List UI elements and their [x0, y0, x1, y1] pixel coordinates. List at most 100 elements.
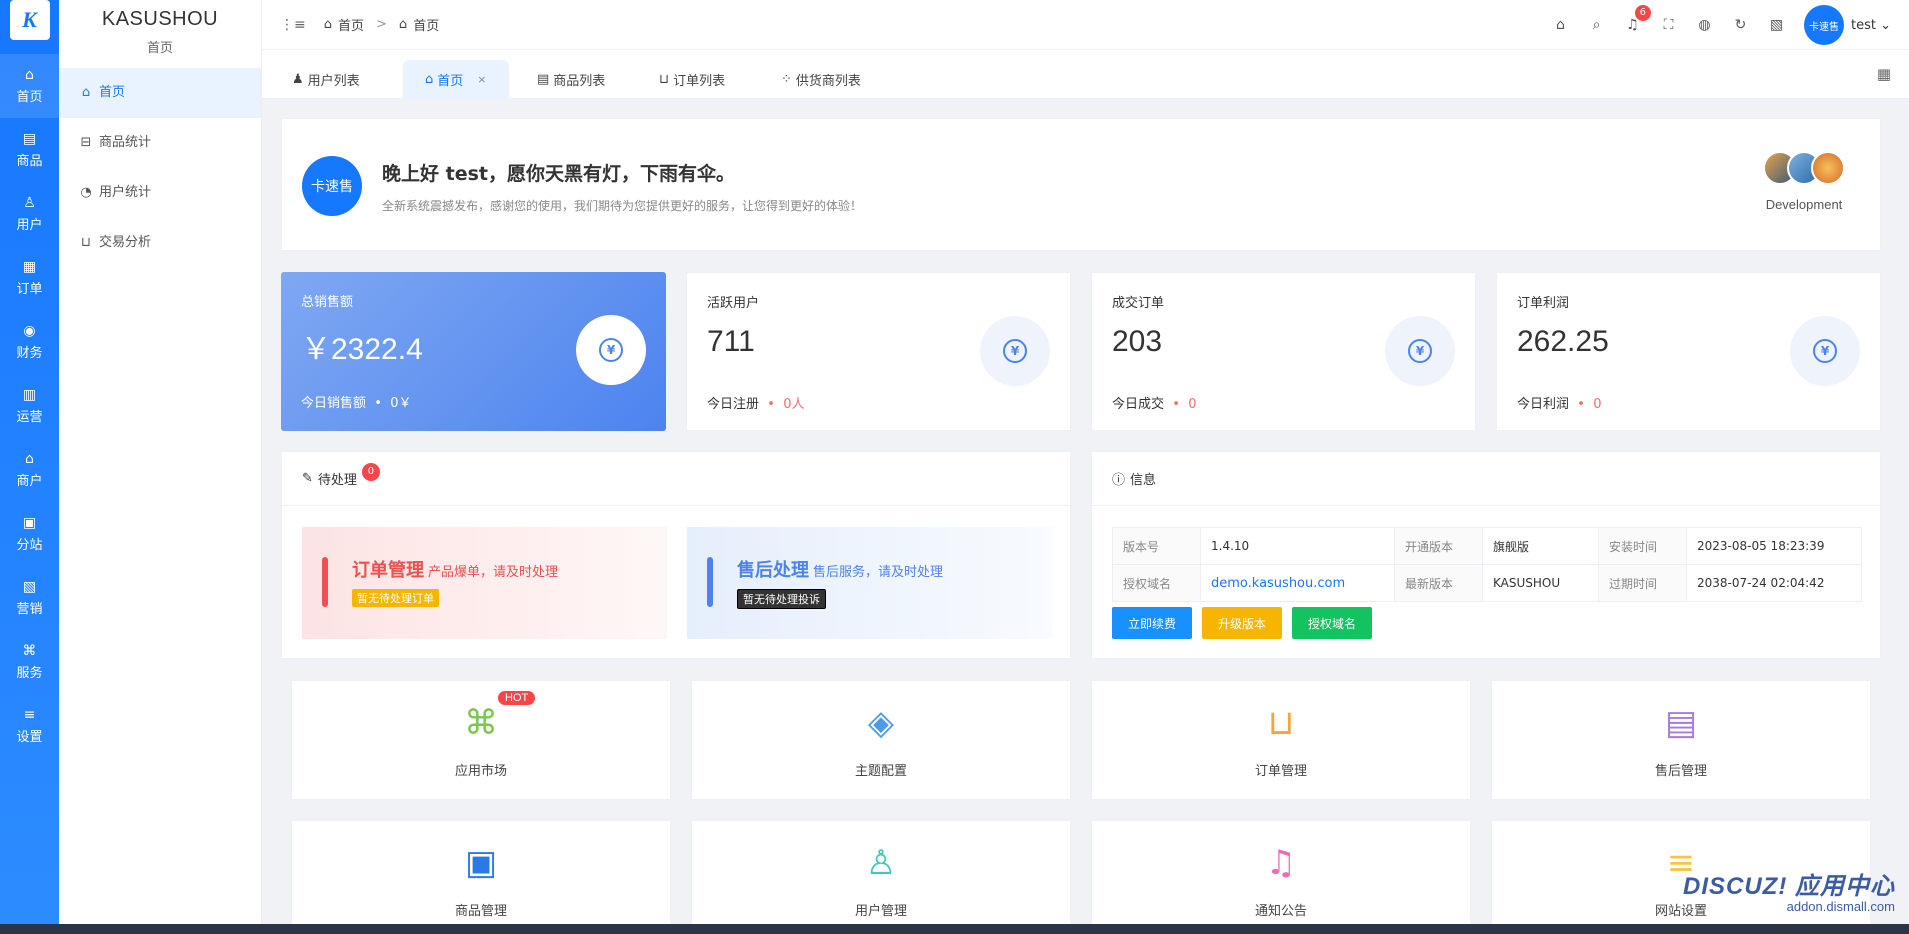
- station-icon: ▣: [22, 515, 37, 531]
- authorize-domain-button[interactable]: 授权域名: [1292, 607, 1373, 639]
- search-icon[interactable]: ⌕: [1588, 17, 1605, 33]
- yen-icon: ¥: [1813, 339, 1837, 363]
- user-menu[interactable]: test ⌄: [1851, 18, 1891, 33]
- refresh-icon[interactable]: ↻: [1732, 17, 1749, 33]
- close-icon[interactable]: ×: [477, 73, 486, 86]
- panel-title: 待处理: [317, 473, 357, 488]
- rail-item-finance[interactable]: ◉ 财务: [0, 310, 59, 374]
- breadcrumb-item[interactable]: 首页: [338, 15, 364, 34]
- tab-supplier-list[interactable]: ⁘ 供货商列表: [759, 60, 883, 99]
- tile-app-market[interactable]: ⌘ HOT 应用市场: [291, 680, 671, 800]
- sidebar-item-home[interactable]: ⌂ 首页: [59, 68, 261, 118]
- todo-after-sales[interactable]: 售后处理 售后服务，请及时处理 暂无待处理投诉: [687, 527, 1052, 639]
- rail-item-label: 商户: [16, 474, 43, 489]
- info-actions: 立即续费 升级版本 授权域名: [1112, 607, 1373, 639]
- tile-label: 商品管理: [454, 904, 507, 919]
- stat-value: 711: [707, 325, 755, 358]
- renew-button[interactable]: 立即续费: [1112, 607, 1193, 639]
- home-icon[interactable]: ⌂: [1552, 17, 1569, 33]
- rail-item-merchant[interactable]: ⌂ 商户: [0, 438, 59, 502]
- home-icon: ⌂: [81, 85, 91, 100]
- rail-item-marketing[interactable]: ▧ 营销: [0, 566, 59, 630]
- tile-order-management[interactable]: ⊔ 订单管理: [1091, 680, 1471, 800]
- watermark-title: DISCUZ! 应用中心: [1683, 873, 1895, 900]
- tile-announcements[interactable]: ♫ 通知公告: [1091, 820, 1471, 934]
- tab-goods-list[interactable]: ▤ 商品列表: [515, 60, 627, 99]
- rail-item-label: 用户: [16, 218, 43, 233]
- stat-value: 262.25: [1517, 325, 1609, 358]
- tile-theme-config[interactable]: ◈ 主题配置: [691, 680, 1071, 800]
- brush-icon: ◈: [867, 703, 895, 743]
- user-icon: ♟: [292, 72, 304, 87]
- stat-icon-circle: ¥: [576, 315, 646, 385]
- tab-home[interactable]: ⌂ 首页 ×: [403, 60, 509, 99]
- tile-user-management[interactable]: ♙ 用户管理: [691, 820, 1071, 934]
- bell-icon: ♫: [1265, 843, 1297, 883]
- accent-bar: [707, 557, 713, 607]
- app-logo[interactable]: K: [9, 0, 50, 40]
- fullscreen-icon[interactable]: ⛶: [1660, 17, 1677, 33]
- rail-item-orders[interactable]: ▦ 订单: [0, 246, 59, 310]
- notification-badge: 6: [1634, 5, 1651, 21]
- todo-status-tag: 暂无待处理投诉: [737, 589, 826, 609]
- home-icon: ⌂: [323, 17, 332, 32]
- hot-badge: HOT: [498, 691, 536, 705]
- rail-item-label: 商品: [16, 154, 43, 169]
- tab-user-list[interactable]: ♟ 用户列表: [270, 60, 382, 99]
- brand-logo: 卡速售: [302, 156, 362, 216]
- sidebar-item-goods-stats[interactable]: ⊟ 商品统计: [59, 118, 261, 168]
- team-label: Development: [1765, 197, 1843, 212]
- tile-goods-management[interactable]: ▣ 商品管理: [291, 820, 671, 934]
- yen-icon: ¥: [599, 338, 623, 362]
- panel-header: ⓘ 信息: [1092, 452, 1880, 506]
- stat-card-orders: 成交订单 203 今日成交 • 0 ¥: [1091, 272, 1476, 431]
- rail-item-goods[interactable]: ▤ 商品: [0, 118, 59, 182]
- sidebar-item-user-stats[interactable]: ◔ 用户统计: [59, 168, 261, 218]
- stat-icon-circle: ¥: [980, 316, 1050, 386]
- bell-icon[interactable]: ♫ 6: [1624, 5, 1651, 33]
- todo-status-tag: 暂无待处理订单: [352, 589, 439, 607]
- rail-item-operation[interactable]: ▥ 运营: [0, 374, 59, 438]
- avatar[interactable]: 卡速售: [1803, 5, 1844, 45]
- rail-item-label: 分站: [16, 538, 43, 553]
- rail-item-label: 财务: [16, 346, 43, 361]
- stat-icon-circle: ¥: [1790, 316, 1860, 386]
- todo-order-management[interactable]: 订单管理 产品爆单，请及时处理 暂无待处理订单: [302, 527, 667, 639]
- stat-card-active-users: 活跃用户 711 今日注册 • 0人 ¥: [686, 272, 1071, 431]
- tabs-menu-icon[interactable]: ▦: [1877, 65, 1891, 83]
- palette-icon[interactable]: ◍: [1696, 17, 1713, 33]
- upgrade-button[interactable]: 升级版本: [1202, 607, 1283, 639]
- table-row: 授权域名 demo.kasushou.com 最新版本 KASUSHOU 过期时…: [1112, 564, 1862, 602]
- info-icon: ⓘ: [1112, 473, 1126, 488]
- menu-fold-icon[interactable]: ⋮≡: [280, 17, 306, 33]
- rail-item-settings[interactable]: ≡ 设置: [0, 694, 59, 758]
- rail-item-substation[interactable]: ▣ 分站: [0, 502, 59, 566]
- panel-header: ✎ 待处理 0: [282, 452, 1070, 506]
- pending-badge: 0: [361, 462, 380, 481]
- tile-label: 售后管理: [1654, 764, 1707, 779]
- sliders-icon: ≡: [23, 707, 36, 723]
- rail-item-label: 设置: [16, 730, 43, 745]
- page-tabs: ♟ 用户列表 ⌂ 首页 × ▤ 商品列表 ⊔ 订单列表 ⁘ 供货商列表 ▦: [262, 50, 1909, 99]
- home-icon: ⌂: [25, 67, 34, 83]
- stat-label: 活跃用户: [707, 296, 760, 311]
- stat-label: 订单利润: [1517, 296, 1570, 311]
- list-icon: ▤: [537, 72, 550, 87]
- tab-label: 订单列表: [673, 74, 726, 89]
- tab-order-list[interactable]: ⊔ 订单列表: [637, 60, 747, 99]
- stat-label: 总销售额: [301, 295, 354, 310]
- gift-icon[interactable]: ▧: [1768, 17, 1785, 33]
- command-icon: ⌘: [22, 643, 37, 659]
- tab-label: 商品列表: [553, 74, 606, 89]
- rail-item-service[interactable]: ⌘ 服务: [0, 630, 59, 694]
- rail-item-home[interactable]: ⌂ 首页: [0, 54, 59, 118]
- tile-after-sales[interactable]: ▤ 售后管理: [1491, 680, 1871, 800]
- sidebar-item-trade-analysis[interactable]: ⊔ 交易分析: [59, 218, 261, 268]
- rail-item-label: 运营: [16, 410, 43, 425]
- sidebar-item-label: 首页: [99, 85, 126, 100]
- rail-item-users[interactable]: ♙ 用户: [0, 182, 59, 246]
- domain-link[interactable]: demo.kasushou.com: [1200, 564, 1395, 602]
- yen-icon: ¥: [1003, 339, 1027, 363]
- sidebar-item-label: 用户统计: [99, 185, 152, 200]
- home-icon: ⌂: [425, 72, 434, 87]
